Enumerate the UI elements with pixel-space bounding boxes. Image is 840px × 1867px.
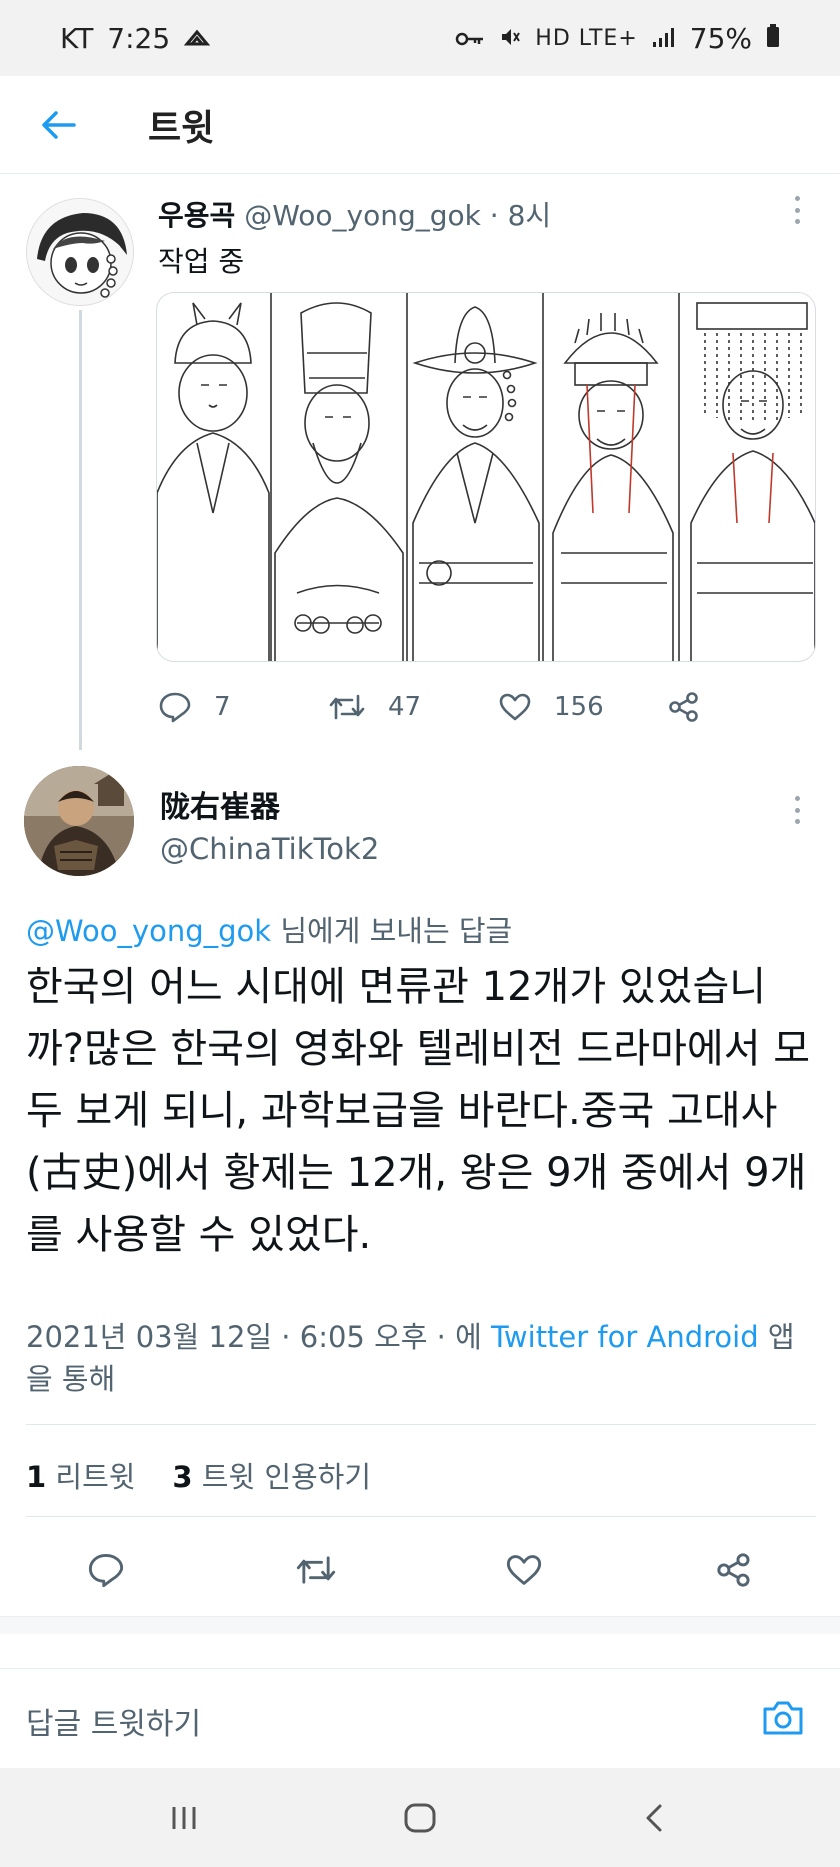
- header-bar: 트윗: [0, 76, 840, 174]
- reply-icon: [159, 692, 191, 723]
- share-icon: [669, 692, 698, 722]
- avatar[interactable]: [24, 766, 134, 876]
- replying-to-line: @Woo_yong_gok 님에게 보내는 답글: [26, 908, 512, 950]
- like-count: 156: [554, 692, 604, 722]
- tweet-media-image[interactable]: [156, 292, 816, 662]
- camera-button[interactable]: [756, 1691, 810, 1745]
- signal-bars-icon: [652, 22, 676, 55]
- reply-input[interactable]: 답글 트윗하기: [26, 1699, 201, 1743]
- android-navigation-bar: [0, 1768, 840, 1867]
- retweets-stat[interactable]: 1 리트윗: [26, 1460, 135, 1494]
- page-title: 트윗: [148, 107, 215, 149]
- author-name[interactable]: 陇右崔器: [160, 782, 280, 826]
- divider: [26, 1424, 816, 1425]
- clock: 7:25: [107, 21, 171, 55]
- focused-tweet-action-bar: [0, 1540, 840, 1620]
- signal-alert-icon: [183, 22, 211, 55]
- more-options-icon[interactable]: [782, 790, 812, 830]
- heart-icon: [499, 693, 531, 721]
- tweet-action-bar: 7 47 156: [158, 682, 758, 732]
- share-icon: [717, 1553, 750, 1587]
- more-options-icon[interactable]: [782, 190, 812, 230]
- heart-icon: [506, 1555, 542, 1585]
- parent-tweet[interactable]: 우용곡 @Woo_yong_gok · 8시 작업 중 7 47 156: [0, 176, 840, 751]
- retweet-button[interactable]: [286, 1540, 346, 1600]
- tweet-timestamp: 2021년 03월 12일 · 6:05 오후 · 에: [26, 1320, 491, 1354]
- tweet-header: 우용곡 @Woo_yong_gok · 8시: [158, 194, 551, 234]
- like-button[interactable]: [494, 1540, 554, 1600]
- mute-icon: [499, 22, 521, 55]
- camera-icon: [763, 1701, 803, 1735]
- author-name[interactable]: 우용곡: [158, 199, 235, 232]
- retweet-action[interactable]: 47: [328, 682, 421, 732]
- reply-composer-bar[interactable]: 답글 트윗하기: [0, 1668, 840, 1768]
- thread-connector-line: [79, 310, 82, 750]
- battery-label: 75%: [689, 21, 752, 55]
- status-bar: KT 7:25 HD LTE+ 75%: [0, 0, 840, 76]
- replying-to-link[interactable]: @Woo_yong_gok: [26, 914, 271, 948]
- divider: [26, 1516, 816, 1517]
- retweet-icon: [329, 694, 365, 720]
- network-label: HD LTE+: [535, 25, 638, 51]
- avatar[interactable]: [26, 198, 134, 306]
- chevron-left-icon: [646, 1804, 662, 1832]
- retweet-icon: [296, 1556, 336, 1584]
- replying-to-suffix: 님에게 보내는 답글: [271, 914, 513, 948]
- reply-count: 7: [214, 692, 231, 722]
- retweet-count: 47: [388, 692, 422, 722]
- quotes-stat[interactable]: 3 트윗 인용하기: [172, 1460, 371, 1494]
- tweet-text: 작업 중: [158, 245, 245, 278]
- back-nav-button[interactable]: [624, 1790, 684, 1846]
- share-action[interactable]: [668, 682, 700, 732]
- home-icon: [404, 1803, 436, 1833]
- author-handle[interactable]: @ChinaTikTok2: [160, 832, 379, 866]
- arrow-left-icon: [42, 110, 76, 139]
- retweets-stat-count: 1: [26, 1460, 47, 1494]
- reply-action[interactable]: 7: [158, 682, 231, 732]
- recent-apps-icon: [172, 1807, 196, 1829]
- like-action[interactable]: 156: [498, 682, 604, 732]
- tweet-stats: 1 리트윗 3 트윗 인용하기: [26, 1454, 371, 1496]
- reply-button[interactable]: [76, 1540, 136, 1600]
- share-button[interactable]: [704, 1540, 764, 1600]
- quotes-stat-count: 3: [172, 1460, 193, 1494]
- back-button[interactable]: [28, 95, 88, 155]
- source-link[interactable]: Twitter for Android: [491, 1320, 759, 1354]
- separator-dot: ·: [489, 199, 508, 232]
- carrier-label: KT: [60, 21, 94, 55]
- tweet-time: 8시: [507, 199, 552, 232]
- retweets-stat-label: 리트윗: [55, 1460, 136, 1494]
- recent-apps-button[interactable]: [154, 1790, 214, 1846]
- author-handle[interactable]: @Woo_yong_gok: [244, 199, 481, 232]
- quotes-stat-label: 트윗 인용하기: [201, 1460, 372, 1494]
- tweet-body: 한국의 어느 시대에 면류관 12개가 있었습니까?많은 한국의 영화와 텔레비…: [26, 964, 811, 1258]
- section-separator: [0, 1616, 840, 1634]
- home-button[interactable]: [390, 1790, 450, 1846]
- key-icon: [455, 22, 485, 55]
- tweet-metadata: 2021년 03월 12일 · 6:05 오후 · 에 Twitter for …: [26, 1316, 816, 1400]
- battery-icon: [766, 22, 780, 55]
- reply-icon: [88, 1554, 124, 1588]
